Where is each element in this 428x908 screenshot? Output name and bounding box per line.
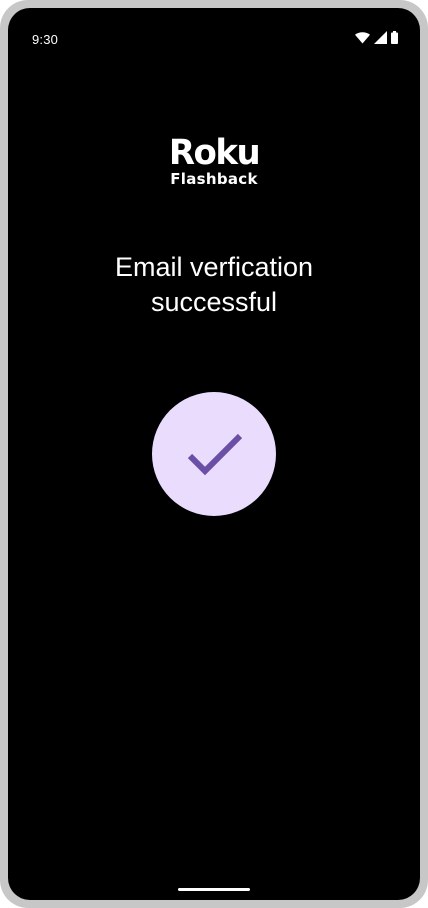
page-title: Email verfication successful — [114, 252, 314, 317]
status-time: 9:30 — [32, 32, 59, 47]
app-screen: 9:30 Roku Flashback Email verfication su… — [8, 8, 420, 900]
home-indicator[interactable] — [178, 888, 250, 891]
logo-subtitle: Flashback — [170, 170, 258, 188]
checkmark-icon — [187, 433, 243, 476]
logo-wordmark: Roku — [168, 132, 261, 174]
status-icons — [355, 31, 398, 49]
roku-flashback-logo: Roku Flashback — [8, 136, 420, 188]
cellular-signal-icon — [374, 31, 387, 49]
device-frame: 9:30 Roku Flashback Email verfication su… — [0, 0, 428, 908]
wifi-icon — [355, 31, 370, 49]
status-bar: 9:30 — [8, 8, 420, 60]
battery-icon — [391, 31, 398, 49]
success-badge — [152, 392, 276, 516]
